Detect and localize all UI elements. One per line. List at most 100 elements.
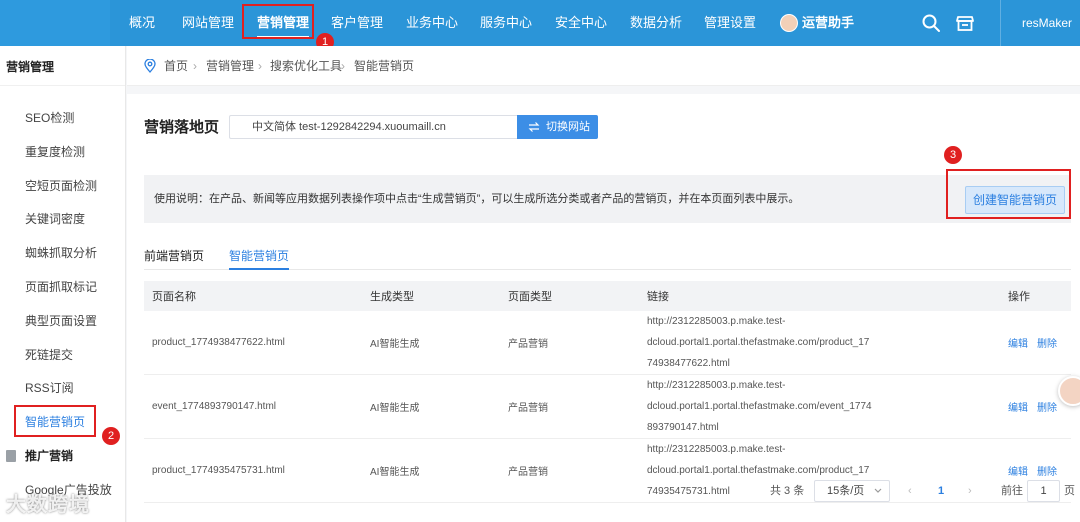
pages-table: 页面名称 生成类型 页面类型 链接 操作 product_17749384776…	[144, 281, 1071, 503]
sidebar-item-typical-pages[interactable]: 典型页面设置	[25, 311, 97, 331]
assistant-avatar	[780, 14, 798, 32]
column-header: 页面名称	[144, 281, 362, 311]
document-icon	[6, 450, 16, 462]
link-line: 893790147.html	[647, 422, 719, 433]
table-row: product_1774938477622.html AI智能生成 产品营销 h…	[144, 311, 1071, 375]
assistant-label: 运营助手	[802, 15, 855, 30]
sidebar-group-promotion[interactable]: 推广营销	[6, 446, 73, 466]
page-name-cell: product_1774938477622.html	[144, 311, 362, 375]
link-line: 74935475731.html	[647, 486, 730, 497]
page-name-cell: product_1774935475731.html	[144, 438, 362, 503]
support-avatar[interactable]	[1058, 376, 1080, 406]
column-header: 生成类型	[362, 281, 500, 311]
sidebar-item-rss[interactable]: RSS订阅	[25, 378, 74, 398]
page-type-cell: 产品营销	[500, 438, 639, 503]
sidebar-item-empty-page-check[interactable]: 空短页面检测	[25, 176, 97, 196]
page-size-value: 15条/页	[827, 485, 865, 497]
sidebar-item-crawl-tags[interactable]: 页面抓取标记	[25, 277, 97, 297]
table-row: product_1774935475731.html AI智能生成 产品营销 h…	[144, 438, 1071, 503]
link-cell[interactable]: http://2312285003.p.make.test-dcloud.por…	[639, 311, 1000, 375]
nav-admin-settings[interactable]: 管理设置	[704, 0, 756, 46]
nav-site-management[interactable]: 网站管理	[182, 0, 234, 46]
link-line: http://2312285003.p.make.test-dcloud.por…	[647, 444, 870, 476]
page-title: 营销落地页	[144, 119, 220, 136]
table-header-row: 页面名称 生成类型 页面类型 链接 操作	[144, 281, 1071, 311]
link-line: http://2312285003.p.make.test-dcloud.por…	[647, 316, 870, 348]
sidebar-group-label: 推广营销	[25, 449, 74, 463]
edit-button[interactable]: 编辑	[1008, 467, 1028, 478]
breadcrumb-current: 智能营销页	[354, 59, 415, 73]
sidebar-header: 营销管理	[0, 46, 125, 86]
prev-page-button[interactable]: ‹	[908, 480, 912, 502]
sidebar-item-keyword-density[interactable]: 关键词密度	[25, 209, 85, 229]
highlight-box-3	[946, 169, 1071, 219]
user-menu[interactable]: resMaker	[1022, 0, 1080, 72]
nav-service-center[interactable]: 服务中心	[480, 0, 532, 46]
page-type-cell: 产品营销	[500, 311, 639, 375]
divider	[1000, 0, 1001, 46]
gen-type-cell: AI智能生成	[362, 438, 500, 503]
breadcrumb-seo-tools[interactable]: 搜索优化工具	[270, 46, 342, 86]
store-icon[interactable]	[955, 13, 975, 33]
nav-customer-management[interactable]: 客户管理	[331, 0, 383, 46]
sidebar-item-dead-links[interactable]: 死链提交	[25, 345, 73, 365]
page-number-current[interactable]: 1	[938, 480, 944, 502]
pagination-total: 共 3 条	[770, 485, 805, 497]
search-icon[interactable]	[921, 13, 941, 33]
nav-overview[interactable]: 概况	[129, 0, 155, 46]
assistant-button[interactable]: 运营助手	[780, 12, 854, 34]
gen-type-cell: AI智能生成	[362, 311, 500, 375]
edit-button[interactable]: 编辑	[1008, 403, 1028, 414]
link-line: 74938477622.html	[647, 358, 730, 369]
column-header: 页面类型	[500, 281, 639, 311]
breadcrumb-home[interactable]: 首页	[164, 46, 188, 86]
delete-button[interactable]: 删除	[1037, 339, 1057, 350]
breadcrumb: 首页 › 营销管理 › 搜索优化工具 › 智能营销页	[127, 46, 1080, 86]
highlight-box-1	[242, 4, 314, 39]
logo[interactable]	[0, 0, 110, 46]
page-type-cell: 产品营销	[500, 374, 639, 439]
site-select[interactable]: 中文简体 test-1292842294.xuoumaill.cn	[229, 115, 517, 139]
link-cell[interactable]: http://2312285003.p.make.test-dcloud.por…	[639, 374, 1000, 439]
goto-label: 前往	[1001, 485, 1023, 497]
breadcrumb-separator: ›	[193, 59, 197, 73]
goto-page-input[interactable]: 1	[1027, 480, 1060, 502]
annotation-badge-2: 2	[102, 427, 120, 445]
page-name-cell: event_1774893790147.html	[144, 374, 362, 439]
nav-business-center[interactable]: 业务中心	[406, 0, 458, 46]
switch-site-button[interactable]: 切换网站	[517, 115, 598, 139]
tab-bar: 前端营销页 智能营销页	[144, 242, 1071, 270]
watermark: 大数跨境	[6, 494, 90, 516]
nav-data-analysis[interactable]: 数据分析	[630, 0, 682, 46]
page-size-select[interactable]: 15条/页	[814, 480, 890, 502]
sidebar-item-seo-check[interactable]: SEO检测	[25, 108, 74, 128]
gen-type-cell: AI智能生成	[362, 374, 500, 439]
link-line: http://2312285003.p.make.test-dcloud.por…	[647, 380, 872, 412]
tab-smart-pages[interactable]: 智能营销页	[229, 247, 290, 270]
delete-button[interactable]: 删除	[1037, 467, 1057, 478]
column-header: 操作	[1000, 281, 1071, 311]
switch-site-label: 切换网站	[546, 121, 590, 133]
highlight-box-2	[14, 405, 96, 437]
username: resMaker	[1022, 16, 1073, 30]
chevron-down-icon	[874, 488, 882, 493]
tab-frontend-pages[interactable]: 前端营销页	[144, 247, 204, 264]
sidebar: 营销管理 SEO检测 重复度检测 空短页面检测 关键词密度 蜘蛛抓取分析 页面抓…	[0, 46, 126, 522]
main-panel: 营销落地页 中文简体 test-1292842294.xuoumaill.cn …	[127, 94, 1080, 522]
usage-notice: 使用说明：在产品、新闻等应用数据列表操作项中点击“生成营销页”，可以生成所选分类…	[144, 175, 1071, 223]
breadcrumb-marketing[interactable]: 营销管理	[206, 46, 254, 86]
actions-cell: 编辑 删除	[1000, 311, 1071, 375]
delete-button[interactable]: 删除	[1037, 403, 1057, 414]
sidebar-item-duplicate-check[interactable]: 重复度检测	[25, 142, 85, 162]
breadcrumb-separator: ›	[341, 59, 345, 73]
sidebar-item-spider-analysis[interactable]: 蜘蛛抓取分析	[25, 243, 97, 263]
column-header: 链接	[639, 281, 1000, 311]
nav-security-center[interactable]: 安全中心	[555, 0, 607, 46]
goto-suffix: 页	[1064, 485, 1075, 497]
next-page-button[interactable]: ›	[968, 480, 972, 502]
top-navigation-bar: 概况 网站管理 营销管理 客户管理 业务中心 服务中心 安全中心 数据分析 管理…	[0, 0, 1080, 72]
location-icon	[144, 59, 156, 73]
breadcrumb-separator: ›	[258, 59, 262, 73]
table-row: event_1774893790147.html AI智能生成 产品营销 htt…	[144, 374, 1071, 439]
edit-button[interactable]: 编辑	[1008, 339, 1028, 350]
